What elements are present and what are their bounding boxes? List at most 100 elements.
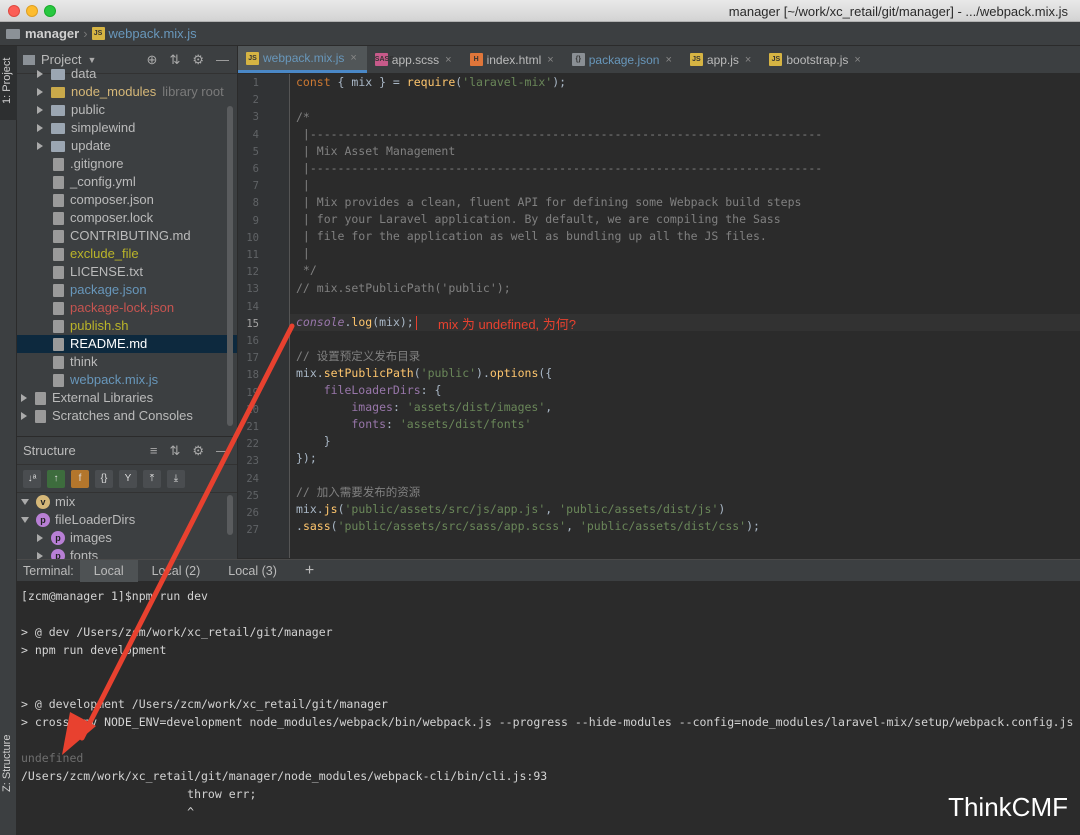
- structure-panel: Structure ≡ ⇅ ⚙ — ↓ᵃ ↑ f {} Y ⤒ ⤓ v mix p f…: [17, 437, 238, 559]
- project-tree-item-hint: library root: [162, 84, 224, 99]
- show-braces-icon[interactable]: {}: [95, 469, 113, 488]
- project-tree-item[interactable]: data: [17, 65, 237, 83]
- code-line-20: images: 'assets/dist/images',: [296, 400, 553, 414]
- project-tool-tab[interactable]: 1: Project: [1, 58, 13, 104]
- left-tool-window-bar: 1: Project Z: Structure: [0, 46, 17, 835]
- filter-icon[interactable]: Y: [119, 469, 137, 488]
- line-number: 17: [246, 352, 259, 365]
- project-tree-item[interactable]: CONTRIBUTING.md: [17, 227, 237, 245]
- project-tree-item[interactable]: package.json: [17, 281, 237, 299]
- editor-tab[interactable]: {} package.json ×: [564, 46, 682, 73]
- structure-item[interactable]: p images: [17, 529, 237, 547]
- project-tree-item[interactable]: public: [17, 101, 237, 119]
- hide-icon[interactable]: —: [216, 443, 229, 459]
- structure-tool-tab[interactable]: Z: Structure: [1, 735, 13, 792]
- project-tree-item[interactable]: exclude_file: [17, 245, 237, 263]
- editor-tab-label: index.html: [486, 52, 542, 67]
- project-tree-item[interactable]: External Libraries: [17, 389, 237, 407]
- expand-arrow-icon[interactable]: [37, 88, 43, 96]
- line-number: 9: [252, 214, 259, 227]
- code-line-1: const { mix } = require('laravel-mix');: [296, 75, 567, 89]
- expand-arrow-icon[interactable]: [37, 106, 43, 114]
- file-icon: [53, 193, 64, 207]
- project-tree-item-label: composer.lock: [70, 210, 154, 225]
- close-tab-icon[interactable]: ×: [854, 54, 860, 66]
- project-tree-item[interactable]: simplewind: [17, 119, 237, 137]
- structure-scrollbar[interactable]: [227, 495, 233, 535]
- project-tree-item[interactable]: update: [17, 137, 237, 155]
- structure-item[interactable]: p fonts: [17, 547, 237, 559]
- expand-arrow-icon[interactable]: [21, 412, 27, 420]
- maximize-window-button[interactable]: [44, 5, 56, 17]
- gear-icon[interactable]: ⚙: [192, 443, 204, 459]
- code-editor[interactable]: const { mix } = require('laravel-mix'); …: [290, 74, 1080, 558]
- close-tab-icon[interactable]: ×: [445, 54, 451, 66]
- expand-arrow-icon[interactable]: [37, 534, 43, 542]
- code-line-21: fonts: 'assets/dist/fonts': [296, 417, 532, 431]
- breadcrumb-project[interactable]: manager: [6, 26, 79, 41]
- editor-tab[interactable]: JS bootstrap.js ×: [761, 46, 870, 73]
- project-tree-item-label: Scratches and Consoles: [52, 408, 193, 423]
- autoscroll-from-source-icon[interactable]: ⤓: [167, 469, 185, 488]
- project-tree-item-label: CONTRIBUTING.md: [70, 228, 191, 243]
- project-tree-item[interactable]: _config.yml: [17, 173, 237, 191]
- show-fields-icon[interactable]: f: [71, 469, 89, 488]
- expand-arrow-icon[interactable]: [21, 499, 29, 505]
- expand-arrow-icon[interactable]: [37, 142, 43, 150]
- structure-item[interactable]: p fileLoaderDirs: [17, 511, 237, 529]
- show-inherited-icon[interactable]: ↑: [47, 469, 65, 488]
- file-type-icon: {}: [571, 53, 585, 66]
- close-window-button[interactable]: [8, 5, 20, 17]
- project-tree-item[interactable]: composer.lock: [17, 209, 237, 227]
- structure-item[interactable]: v mix: [17, 493, 237, 511]
- window-titlebar: manager [~/work/xc_retail/git/manager] -…: [0, 0, 1080, 22]
- expand-all-icon[interactable]: ≡: [150, 443, 158, 459]
- editor-tab[interactable]: JS app.js ×: [682, 46, 761, 73]
- structure-panel-title: Structure: [23, 443, 76, 458]
- close-tab-icon[interactable]: ×: [547, 54, 553, 66]
- project-tree-item[interactable]: .gitignore: [17, 155, 237, 173]
- project-tree-item[interactable]: composer.json: [17, 191, 237, 209]
- editor-tab[interactable]: SASS app.scss ×: [367, 46, 462, 73]
- project-scrollbar[interactable]: [227, 106, 233, 426]
- close-tab-icon[interactable]: ×: [350, 52, 356, 64]
- folder-icon: [51, 68, 65, 80]
- navigation-bar: manager › JS webpack.mix.js: [0, 22, 1080, 46]
- project-tree-item[interactable]: webpack.mix.js: [17, 371, 237, 389]
- project-tree-item[interactable]: Scratches and Consoles: [17, 407, 237, 425]
- project-tree-item[interactable]: README.md: [17, 335, 237, 353]
- project-tree-item[interactable]: package-lock.json: [17, 299, 237, 317]
- structure-tree: v mix p fileLoaderDirs p images p fonts: [17, 493, 237, 559]
- file-icon: [53, 355, 64, 369]
- file-type-icon: JS: [246, 51, 259, 65]
- line-number: 5: [252, 145, 259, 158]
- breadcrumb-file[interactable]: JS webpack.mix.js: [91, 26, 197, 41]
- chevron-down-icon[interactable]: ▼: [87, 55, 96, 65]
- terminal-tab-local-3[interactable]: Local (3): [214, 560, 291, 582]
- sort-alpha-icon[interactable]: ↓ᵃ: [23, 469, 41, 488]
- structure-item-label: fonts: [70, 548, 99, 559]
- close-tab-icon[interactable]: ×: [745, 54, 751, 66]
- editor-tab[interactable]: JS webpack.mix.js ×: [238, 46, 367, 73]
- minimize-window-button[interactable]: [26, 5, 38, 17]
- project-tree-item[interactable]: think: [17, 353, 237, 371]
- project-tree-item[interactable]: publish.sh: [17, 317, 237, 335]
- editor-tab[interactable]: Hindex.html ×: [462, 46, 564, 73]
- close-tab-icon[interactable]: ×: [665, 54, 671, 66]
- collapse-all-icon[interactable]: ⇅: [169, 443, 180, 459]
- code-line-10: | file for the application as well as bu…: [296, 229, 767, 243]
- terminal-line: ^: [21, 805, 195, 819]
- terminal-tab-local-2[interactable]: Local (2): [138, 560, 215, 582]
- expand-arrow-icon[interactable]: [37, 70, 43, 78]
- project-tree-item[interactable]: LICENSE.txt: [17, 263, 237, 281]
- expand-arrow-icon[interactable]: [37, 124, 43, 132]
- expand-arrow-icon[interactable]: [21, 394, 27, 402]
- terminal-tab-local[interactable]: Local: [79, 559, 138, 582]
- expand-arrow-icon[interactable]: [37, 552, 43, 559]
- library-icon: [35, 409, 46, 423]
- new-terminal-button[interactable]: +: [291, 560, 328, 582]
- autoscroll-to-source-icon[interactable]: ⤒: [143, 469, 161, 488]
- expand-arrow-icon[interactable]: [21, 517, 29, 523]
- line-number: 7: [252, 180, 259, 193]
- project-tree-item[interactable]: node_modules library root: [17, 83, 237, 101]
